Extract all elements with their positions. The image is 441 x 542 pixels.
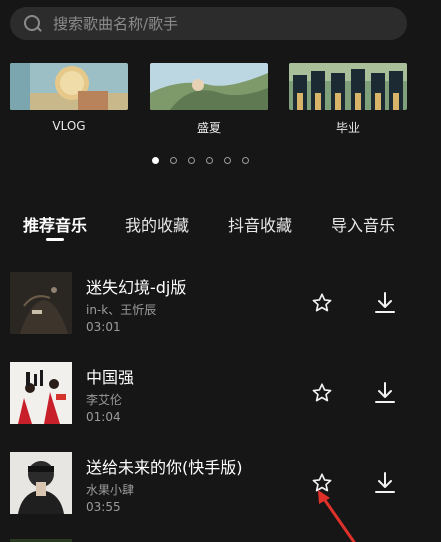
- carousel-dot-4[interactable]: [206, 157, 213, 164]
- category-carousel[interactable]: VLOG 盛夏 毕业: [0, 63, 441, 143]
- song-title: 中国强: [86, 368, 135, 387]
- download-icon[interactable]: [374, 291, 396, 315]
- category-label: VLOG: [52, 119, 86, 133]
- carousel-dot-6[interactable]: [242, 157, 249, 164]
- song-row[interactable]: 中国强 李艾伦 01:04: [0, 362, 441, 426]
- tab-my-favorites[interactable]: 我的收藏: [125, 212, 189, 236]
- song-row[interactable]: 送给未来的你(快手版) 水果小肆 03:55: [0, 452, 441, 516]
- download-icon[interactable]: [374, 471, 396, 495]
- download-icon[interactable]: [374, 381, 396, 405]
- favorite-star-icon[interactable]: [311, 292, 333, 314]
- song-duration: 03:01: [86, 320, 121, 334]
- tab-douyin-favorites[interactable]: 抖音收藏: [228, 212, 292, 236]
- tab-active-indicator: [46, 238, 64, 241]
- category-label: 毕业: [335, 121, 360, 135]
- annotation-arrow-icon: [318, 490, 356, 542]
- song-duration: 01:04: [86, 410, 121, 424]
- search-input[interactable]: [53, 14, 373, 33]
- favorite-star-icon[interactable]: [311, 382, 333, 404]
- song-artist: 李艾伦: [86, 393, 123, 407]
- category-graduation[interactable]: 毕业: [289, 63, 407, 136]
- song-title: 送给未来的你(快手版): [86, 458, 243, 477]
- category-label: 盛夏: [196, 121, 221, 135]
- category-vlog-image: [10, 63, 128, 110]
- song-cover: [10, 362, 72, 424]
- song-cover: [10, 272, 72, 334]
- search-icon: [23, 14, 43, 34]
- category-summer-image: [150, 63, 268, 110]
- category-vlog[interactable]: VLOG: [10, 63, 128, 133]
- tab-recommended[interactable]: 推荐音乐: [23, 212, 87, 236]
- song-artist: 水果小肆: [86, 483, 135, 497]
- tab-import-music[interactable]: 导入音乐: [331, 212, 395, 236]
- song-duration: 03:55: [86, 500, 121, 514]
- music-tabs: 推荐音乐 我的收藏 抖音收藏 导入音乐: [0, 212, 441, 242]
- carousel-dot-5[interactable]: [224, 157, 231, 164]
- song-row[interactable]: 迷失幻境-dj版 in-k、王忻辰 03:01: [0, 272, 441, 336]
- carousel-dot-1[interactable]: [152, 157, 159, 164]
- carousel-dot-2[interactable]: [170, 157, 177, 164]
- category-graduation-image: [289, 63, 407, 110]
- song-cover: [10, 452, 72, 514]
- carousel-dot-3[interactable]: [188, 157, 195, 164]
- carousel-indicator: [152, 157, 249, 164]
- song-title: 迷失幻境-dj版: [86, 278, 187, 297]
- song-artist: in-k、王忻辰: [86, 303, 157, 317]
- category-summer[interactable]: 盛夏: [150, 63, 268, 136]
- search-bar[interactable]: [10, 7, 407, 40]
